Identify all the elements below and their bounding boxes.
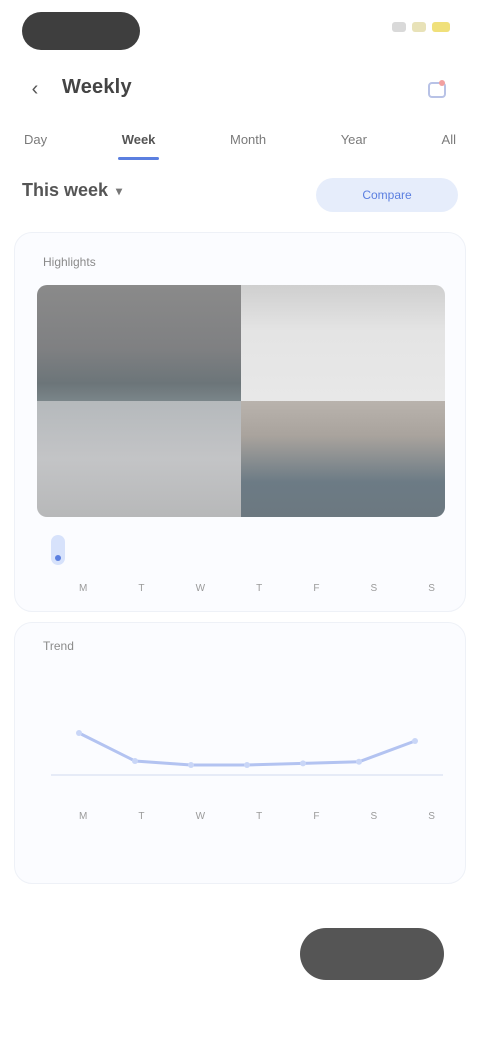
battery-icon <box>432 22 450 32</box>
trend-point <box>76 730 82 736</box>
day-label: S <box>428 811 435 822</box>
chevron-left-icon: ‹ <box>31 77 39 100</box>
highlight-image[interactable] <box>241 401 445 517</box>
highlight-image-grid <box>37 285 445 517</box>
selected-day-marker[interactable] <box>51 535 65 565</box>
trend-point <box>188 762 194 768</box>
day-axis: M T W T F S S <box>79 583 435 594</box>
trend-line <box>78 731 416 767</box>
wifi-icon <box>412 22 426 32</box>
tab-label: Year <box>340 132 367 147</box>
day-label[interactable]: S <box>371 583 378 594</box>
trend-svg <box>51 730 443 776</box>
trend-point <box>412 738 418 744</box>
compare-chip-label: Compare <box>362 188 412 202</box>
app-header: ‹ Weekly <box>0 60 480 116</box>
status-time-pill <box>22 12 140 50</box>
day-label: S <box>370 811 378 822</box>
tab-week[interactable]: Week <box>117 122 160 162</box>
tab-year[interactable]: Year <box>337 122 371 162</box>
status-icons <box>392 22 450 32</box>
range-dropdown[interactable]: This week ▾ <box>22 180 122 201</box>
trend-label: Trend <box>43 639 74 653</box>
period-tabs: Day Week Month Year All <box>0 122 480 162</box>
calendar-icon <box>428 80 446 98</box>
tab-day[interactable]: Day <box>20 122 51 162</box>
day-label: T <box>138 811 145 822</box>
trend-chart <box>51 709 443 789</box>
day-label: W <box>195 811 206 822</box>
primary-button[interactable] <box>300 928 444 980</box>
range-row: This week ▾ Compare <box>0 176 480 216</box>
day-label[interactable]: T <box>138 583 144 594</box>
day-label[interactable]: T <box>256 583 262 594</box>
tab-all[interactable]: All <box>438 122 460 162</box>
chevron-down-icon: ▾ <box>116 183 123 198</box>
trend-day-axis: M T W T F S S <box>79 811 435 822</box>
day-label[interactable]: W <box>196 583 205 594</box>
trend-point <box>356 758 362 765</box>
range-label: This week <box>22 180 109 200</box>
trend-point <box>244 762 250 768</box>
bottom-action-bar <box>0 910 480 1000</box>
highlight-image[interactable] <box>241 285 445 401</box>
highlight-image[interactable] <box>37 401 241 517</box>
day-label: T <box>256 811 263 822</box>
tab-label: All <box>441 132 456 147</box>
calendar-button[interactable] <box>422 74 452 104</box>
signal-icon <box>392 22 406 32</box>
day-label[interactable]: S <box>428 583 435 594</box>
status-bar <box>0 0 480 60</box>
page-title: Weekly <box>62 76 132 98</box>
day-label[interactable]: F <box>313 583 319 594</box>
highlights-card: Highlights M T W T F S S <box>14 232 466 612</box>
trend-card: Trend M T W T F S S <box>14 622 466 884</box>
day-label[interactable]: M <box>79 583 87 594</box>
highlight-image[interactable] <box>37 285 241 401</box>
trend-point <box>300 760 306 767</box>
trend-point <box>132 758 138 764</box>
tab-label: Month <box>229 132 267 147</box>
compare-chip[interactable]: Compare <box>316 178 458 212</box>
back-button[interactable]: ‹ <box>22 76 48 102</box>
highlights-label: Highlights <box>43 255 96 269</box>
tab-month[interactable]: Month <box>226 122 270 162</box>
day-label: M <box>79 811 88 822</box>
day-label: F <box>313 811 320 822</box>
tab-label: Week <box>121 132 156 147</box>
tab-label: Day <box>24 132 48 147</box>
